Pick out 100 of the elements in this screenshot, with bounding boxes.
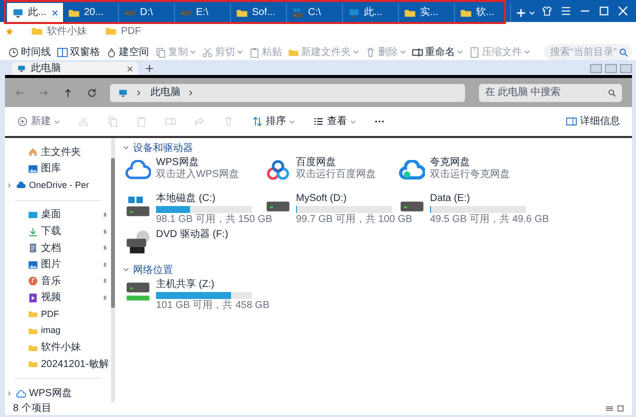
pin-icon[interactable] [102, 278, 108, 284]
sidebar-item[interactable]: 视频 [5, 290, 111, 306]
pin-icon[interactable] [102, 294, 108, 301]
chevron-icon[interactable] [7, 391, 12, 396]
star-icon[interactable] [6, 28, 13, 34]
monitor-icon [12, 6, 24, 18]
up-arrow-icon[interactable] [62, 88, 73, 98]
chevron-icon[interactable] [123, 145, 129, 151]
item-name[interactable]: MySoft (D:) [296, 193, 412, 205]
shirt-icon[interactable] [542, 6, 552, 16]
two-panes-icon [57, 46, 68, 58]
breadcrumb[interactable]: 此电脑 [150, 85, 180, 100]
caret-icon [524, 49, 530, 55]
archive-icon [469, 46, 480, 58]
item-name[interactable]: Data (E:) [430, 193, 549, 205]
tiles-view-icon[interactable] [617, 405, 624, 412]
folder-icon [31, 25, 43, 37]
sort-icon [252, 116, 263, 127]
sidebar-item[interactable]: 桌面 [5, 206, 111, 224]
caret-icon [400, 49, 406, 55]
maximize-icon[interactable] [599, 6, 609, 16]
sidebar-item[interactable]: 音乐 [5, 273, 111, 290]
tab[interactable]: 此... [7, 3, 63, 22]
chevron-icon[interactable] [188, 90, 194, 96]
sidebar-item[interactable]: PDF [5, 306, 111, 323]
bookmark[interactable]: PDF [97, 24, 141, 38]
picture-icon [28, 260, 38, 270]
toolbar-button[interactable]: 时间线 [8, 44, 51, 60]
sidebar-item[interactable]: 图片 [5, 256, 111, 274]
refresh-icon[interactable] [86, 88, 96, 98]
sidebar-item[interactable]: 20241201-敏解 [5, 356, 111, 372]
clipboard-icon [249, 46, 260, 58]
bookmark[interactable]: 软件小妹 [23, 24, 87, 38]
toolbar-button[interactable]: 重命名 [412, 44, 463, 60]
tab[interactable]: 20... [63, 3, 119, 22]
monitor-icon [118, 88, 128, 98]
bag-icon [106, 46, 117, 58]
toolbar-button[interactable]: 双窗格 [57, 44, 100, 60]
close-icon[interactable] [52, 10, 58, 16]
item-name[interactable]: DVD 驱动器 (F:) [156, 229, 228, 241]
details-pane-icon [566, 116, 577, 127]
search-icon[interactable] [608, 88, 616, 96]
sidebar-item[interactable]: WPS网盘 [5, 385, 111, 402]
sidebar-item[interactable]: 主文件夹 [5, 144, 111, 161]
section-header[interactable]: 网络位置 [123, 263, 632, 277]
section-header[interactable]: 设备和驱动器 [123, 141, 632, 155]
close-icon[interactable] [127, 66, 133, 72]
tab[interactable]: D:\ [119, 3, 175, 22]
sidebar-item[interactable]: 下载 [5, 223, 111, 240]
search-field[interactable]: 在 此电脑 中搜索 [479, 84, 622, 102]
item-name[interactable]: WPS网盘 [156, 157, 239, 169]
sidebar-item[interactable]: OneDrive - Per [5, 177, 111, 194]
pin-icon[interactable] [102, 245, 108, 252]
tab[interactable]: C:\ [287, 3, 343, 22]
sidebar-item[interactable]: 图库 [5, 160, 111, 178]
command-button[interactable]: 排序 [252, 114, 295, 129]
item-name[interactable]: 主机共享 (Z:) [156, 279, 270, 291]
pin-icon[interactable] [102, 228, 108, 235]
sidebar-item[interactable]: 文档 [5, 240, 111, 256]
item-name[interactable]: 本地磁盘 (C:) [156, 193, 272, 205]
chevron-icon[interactable] [7, 182, 12, 188]
item-subtitle: 双击运行夸克网盘 [430, 169, 510, 181]
tab[interactable]: E:\ [175, 3, 231, 22]
item-name[interactable]: 百度网盘 [296, 157, 376, 169]
plus-circle-icon [17, 116, 28, 127]
sidebar-item[interactable]: imag [5, 322, 111, 340]
menu-icon[interactable] [561, 6, 571, 16]
chevron-icon[interactable] [123, 267, 129, 273]
dvd-drive-icon [125, 229, 151, 255]
caret-icon [353, 49, 359, 55]
desktop-icon [28, 210, 38, 220]
folder-icon [28, 359, 38, 370]
caret-icon [350, 118, 356, 124]
tab[interactable]: 软... [455, 3, 511, 22]
caret-icon [457, 49, 463, 55]
scrollbar[interactable] [111, 138, 115, 402]
toolbar-button[interactable]: 建空间 [106, 44, 149, 60]
folder-icon [28, 342, 38, 353]
monitor-icon [17, 64, 26, 73]
tab[interactable]: Sof... [231, 3, 287, 22]
usage-reading: 49.5 GB 可用，共 49.6 GB [430, 213, 549, 226]
address-field[interactable]: 此电脑 [110, 84, 466, 102]
item-subtitle: 双击进入WPS网盘 [156, 169, 239, 181]
list-view-icon[interactable] [606, 405, 613, 412]
chevron-icon[interactable] [136, 90, 142, 96]
details-button[interactable]: 详细信息 [566, 114, 620, 129]
item-name[interactable]: 夸克网盘 [430, 157, 510, 169]
pin-icon[interactable] [102, 262, 108, 268]
tab[interactable]: 实... [399, 3, 455, 22]
new-tab-icon[interactable] [146, 65, 153, 72]
trash-icon [365, 46, 376, 58]
tab[interactable]: 此... [343, 3, 399, 22]
search-icon[interactable] [618, 48, 628, 56]
command-button[interactable]: 查看 [313, 114, 356, 129]
pin-icon[interactable] [102, 212, 108, 218]
more-icon[interactable] [374, 120, 385, 123]
sidebar-item[interactable]: 软件小妹 [5, 339, 111, 356]
caret-icon [289, 118, 295, 124]
tab[interactable]: 此电脑 [12, 62, 138, 75]
video-icon [28, 292, 38, 303]
